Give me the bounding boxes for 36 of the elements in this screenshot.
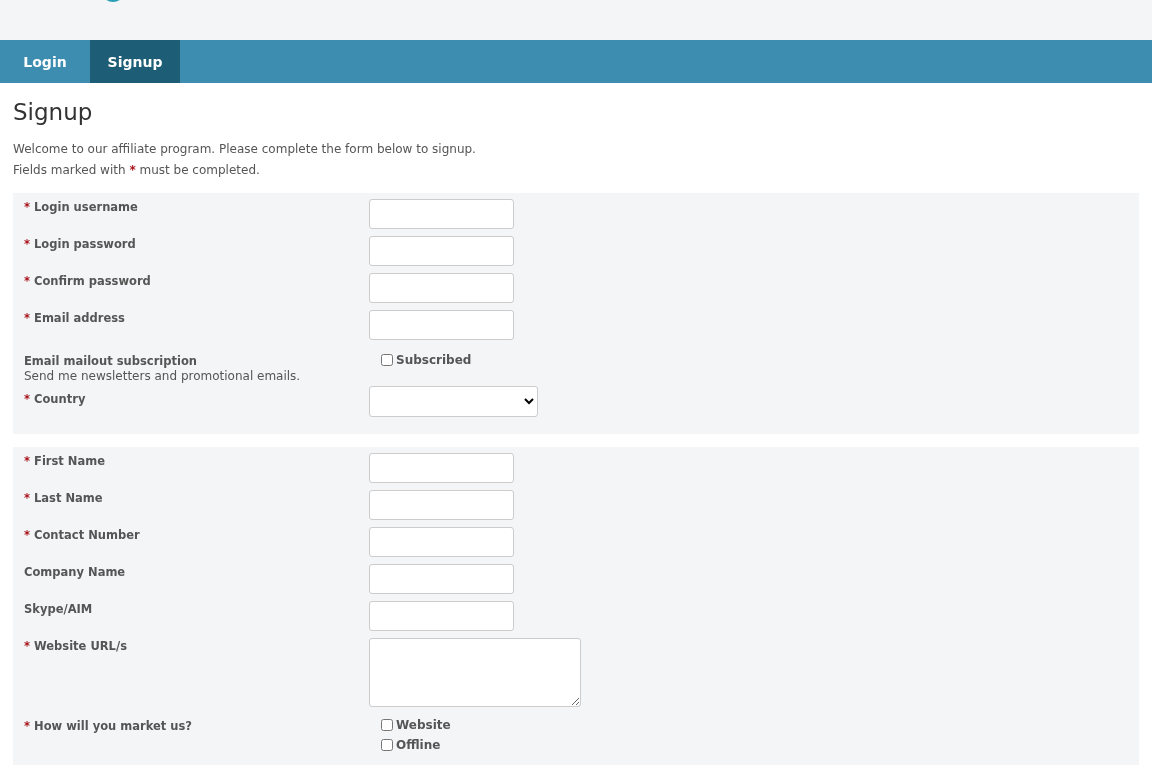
checkbox-option[interactable]: Subscribed	[381, 353, 1128, 367]
text-input[interactable]	[369, 236, 514, 266]
text-input[interactable]	[369, 199, 514, 229]
textarea-field[interactable]	[369, 638, 581, 707]
text-input[interactable]	[369, 564, 514, 594]
field-label: Skype/AIM	[24, 601, 93, 617]
intro-text: Welcome to our affiliate program. Please complete the form below to signup.	[13, 141, 477, 158]
checkbox[interactable]	[381, 739, 393, 751]
text-input[interactable]	[369, 453, 514, 483]
checkbox[interactable]	[381, 719, 393, 731]
text-input[interactable]	[369, 490, 514, 520]
field-label: Company Name	[24, 564, 126, 580]
field-label: * First Name	[24, 453, 105, 469]
page-title: Signup	[13, 99, 94, 125]
field-label: * Confirm password	[24, 273, 151, 289]
field-label: * How will you market us?	[24, 718, 192, 734]
country-select[interactable]	[369, 386, 538, 417]
checkbox-option[interactable]: Website	[381, 718, 1128, 732]
field-label: * Website URL/s	[24, 638, 127, 654]
required-note: Fields marked with * must be completed.	[13, 162, 261, 179]
field-label: * Login password	[24, 236, 136, 252]
field-description: Send me newsletters and promotional emails.	[24, 369, 301, 384]
checkbox[interactable]	[381, 354, 393, 366]
text-input[interactable]	[369, 273, 514, 303]
field-label: * Login username	[24, 199, 138, 215]
field-label: * Country	[24, 391, 86, 407]
field-label: * Contact Number	[24, 527, 140, 543]
text-input[interactable]	[369, 310, 514, 340]
field-label: * Last Name	[24, 490, 103, 506]
nav-tab[interactable]: Signup	[90, 40, 180, 83]
field-label: Email mailout subscription	[24, 353, 197, 369]
checkbox-option[interactable]: Offline	[381, 738, 1128, 752]
field-label: * Email address	[24, 310, 125, 326]
nav-tab[interactable]: Login	[0, 40, 90, 83]
text-input[interactable]	[369, 527, 514, 557]
text-input[interactable]	[369, 601, 514, 631]
